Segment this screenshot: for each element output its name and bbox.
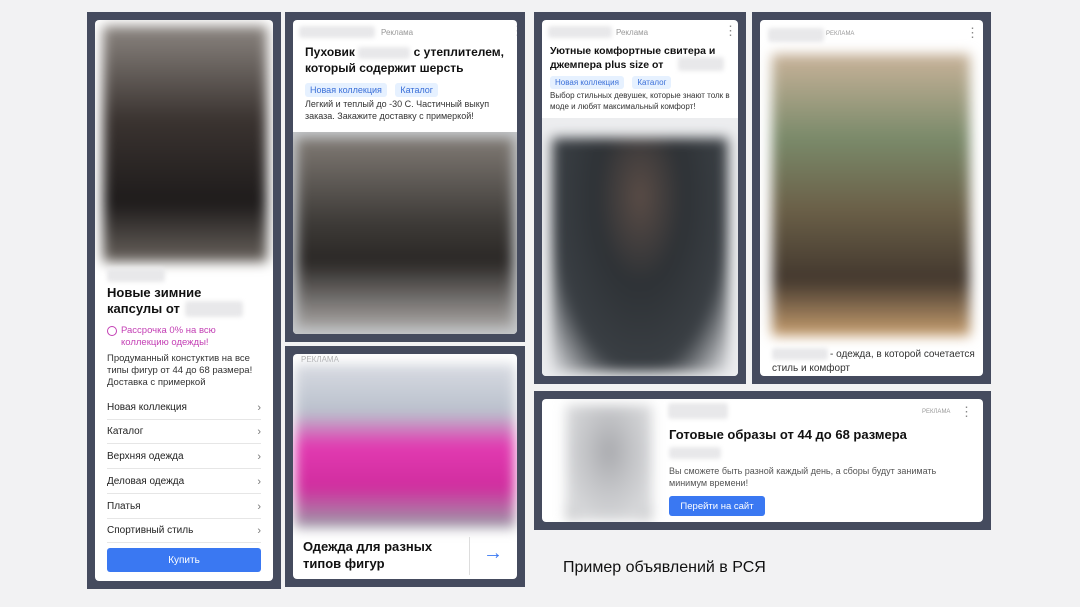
brand-logo-placeholder bbox=[107, 268, 165, 282]
ad-title[interactable]: Готовые образы от 44 до 68 размера bbox=[669, 427, 959, 443]
ad-label: Реклама bbox=[616, 28, 649, 37]
chevron-right-icon: › bbox=[257, 425, 261, 438]
menu-item-sport-style[interactable]: Спортивный стиль › bbox=[107, 519, 261, 543]
divider bbox=[469, 537, 470, 575]
chevron-right-icon: › bbox=[257, 475, 261, 488]
ad-label: Реклама bbox=[381, 28, 414, 37]
ad-card-ready-outfits: РЕКЛАМА ⋮ Готовые образы от 44 до 68 раз… bbox=[534, 391, 991, 530]
arrow-right-icon[interactable]: → bbox=[483, 542, 503, 565]
clock-icon bbox=[107, 326, 117, 336]
chip-row: Новая коллекция Каталог bbox=[550, 72, 675, 90]
menu-item-outerwear[interactable]: Верхняя одежда › bbox=[107, 445, 261, 469]
ad-card-body[interactable]: Новые зимние капсулы от Рассрочка 0% на … bbox=[95, 20, 273, 581]
menu-item-business-wear[interactable]: Деловая одежда › bbox=[107, 470, 261, 494]
ad-title[interactable]: Одежда для разных типов фигур bbox=[303, 538, 463, 572]
chip-new-collection[interactable]: Новая коллекция bbox=[305, 83, 387, 97]
visit-site-button[interactable]: Перейти на сайт bbox=[669, 496, 765, 516]
menu-item-label: Спортивный стиль bbox=[107, 525, 194, 536]
chevron-right-icon: › bbox=[257, 524, 261, 537]
brand-logo-placeholder bbox=[768, 28, 824, 42]
brand-name-placeholder bbox=[669, 447, 721, 459]
more-options-icon[interactable]: ⋮ bbox=[966, 26, 979, 39]
menu-item-new-collection[interactable]: Новая коллекция › bbox=[107, 396, 261, 420]
more-options-icon[interactable]: ⋮ bbox=[511, 24, 517, 37]
buy-button[interactable]: Купить bbox=[107, 548, 261, 572]
chip-row: Новая коллекция Каталог bbox=[305, 80, 442, 98]
ad-card-body[interactable]: РЕКЛАМА ⋮ - одежда, в которой сочетается… bbox=[760, 20, 983, 376]
ad-photo[interactable] bbox=[295, 364, 515, 528]
ad-title-part1: Пуховик bbox=[305, 45, 355, 59]
ad-card-body[interactable]: Реклама ⋮ Уютные комфортные свитера и дж… bbox=[542, 20, 738, 376]
ad-card-sweaters: Реклама ⋮ Уютные комфортные свитера и дж… bbox=[534, 12, 746, 384]
brand-logo-placeholder bbox=[548, 26, 612, 38]
photo-area bbox=[293, 132, 517, 334]
more-options-icon[interactable]: ⋮ bbox=[960, 405, 973, 418]
ad-card-body-types: РЕКЛАМА Одежда для разных типов фигур → bbox=[285, 346, 525, 587]
chip-new-collection[interactable]: Новая коллекция bbox=[550, 76, 624, 89]
more-options-icon[interactable]: ⋮ bbox=[724, 24, 737, 37]
brand-logo-placeholder bbox=[668, 403, 728, 419]
menu-item-catalog[interactable]: Каталог › bbox=[107, 420, 261, 444]
chip-catalog[interactable]: Каталог bbox=[395, 83, 439, 97]
ad-card-down-jacket: Реклама ⋮ Пуховик с утеплителем, который… bbox=[285, 12, 525, 342]
chevron-right-icon: › bbox=[257, 401, 261, 414]
ad-photo[interactable] bbox=[103, 26, 267, 262]
brand-logo-placeholder bbox=[299, 26, 375, 38]
ad-card-style-comfort: РЕКЛАМА ⋮ - одежда, в которой сочетается… bbox=[752, 12, 991, 384]
ad-label: РЕКЛАМА bbox=[826, 31, 855, 37]
ad-label: РЕКЛАМА bbox=[301, 355, 339, 364]
brand-name-placeholder bbox=[185, 301, 243, 317]
brand-name-placeholder bbox=[358, 46, 411, 59]
caption: Пример объявлений в РСЯ bbox=[563, 559, 766, 576]
ad-label: РЕКЛАМА bbox=[922, 409, 951, 415]
ad-card-body[interactable]: РЕКЛАМА ⋮ Готовые образы от 44 до 68 раз… bbox=[542, 399, 983, 522]
ad-description: Вы сможете быть разной каждый день, а сб… bbox=[669, 466, 937, 488]
ad-photo[interactable] bbox=[566, 405, 652, 521]
ad-card-body[interactable]: РЕКЛАМА Одежда для разных типов фигур → bbox=[293, 354, 517, 579]
ad-card-body[interactable]: Реклама ⋮ Пуховик с утеплителем, который… bbox=[293, 20, 517, 334]
menu-item-label: Платья bbox=[107, 501, 141, 512]
ad-description: Легкий и теплый до -30 С. Частичный выку… bbox=[305, 99, 490, 121]
chevron-right-icon: › bbox=[257, 500, 261, 513]
chip-catalog[interactable]: Каталог bbox=[632, 76, 672, 89]
menu-item-dresses[interactable]: Платья › bbox=[107, 495, 261, 519]
ad-description: Продуманный констуктив на все типы фигур… bbox=[107, 353, 253, 388]
ad-photo[interactable] bbox=[297, 138, 513, 328]
photo-area bbox=[542, 118, 738, 376]
brand-name-placeholder bbox=[678, 57, 724, 71]
menu-item-label: Новая коллекция bbox=[107, 402, 187, 413]
ad-photo[interactable] bbox=[772, 54, 970, 336]
ad-description: Выбор стильных девушек, которые знают то… bbox=[550, 91, 730, 111]
chevron-right-icon: › bbox=[257, 450, 261, 463]
ad-card-winter-capsules: Новые зимние капсулы от Рассрочка 0% на … bbox=[87, 12, 281, 589]
ad-title[interactable]: Пуховик с утеплителем, который содержит … bbox=[305, 44, 517, 76]
ad-description: - одежда, в которой сочетается стиль и к… bbox=[772, 349, 975, 374]
menu-item-label: Деловая одежда bbox=[107, 476, 185, 487]
menu-item-label: Верхняя одежда bbox=[107, 451, 184, 462]
ad-photo[interactable] bbox=[552, 138, 728, 372]
installment-text: Рассрочка 0% на всю коллекцию одежды! bbox=[121, 325, 216, 348]
menu-item-label: Каталог bbox=[107, 426, 144, 437]
